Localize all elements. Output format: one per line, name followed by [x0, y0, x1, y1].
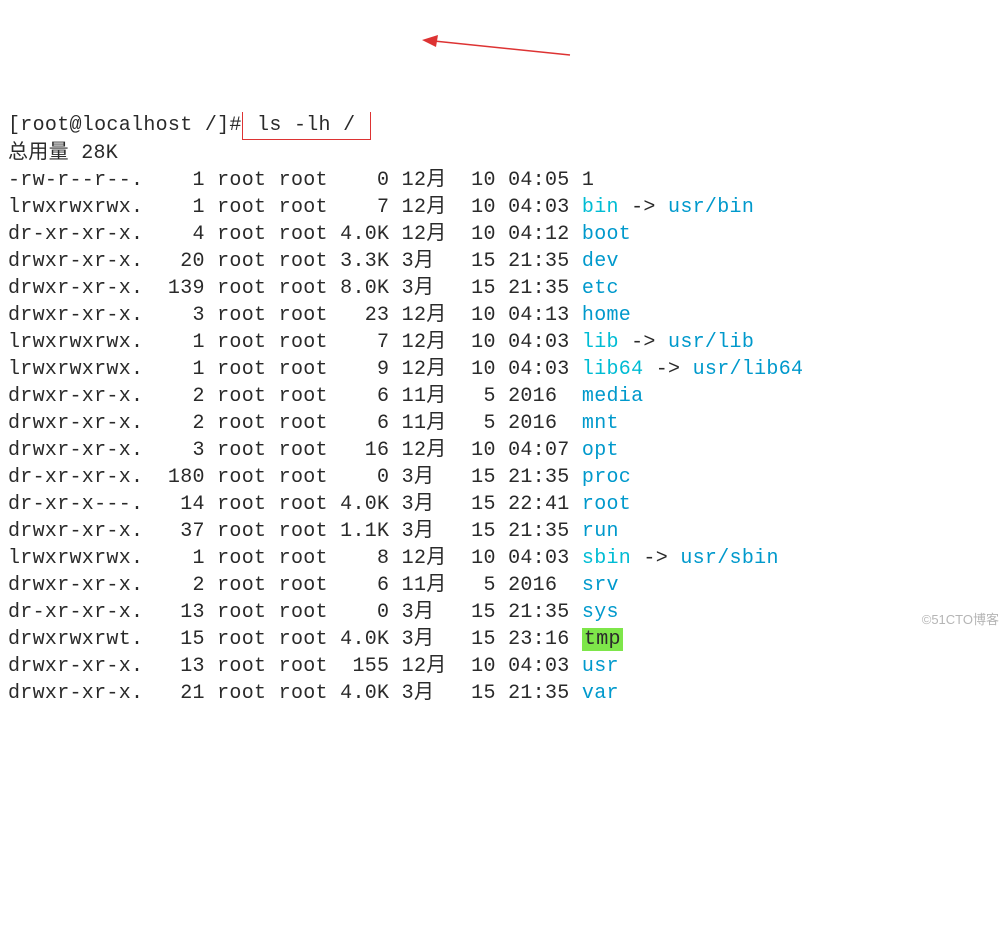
- file-name: srv: [582, 574, 619, 597]
- listing-row: dr-xr-xr-x. 180 root root 0 3月 15 21:35 …: [8, 464, 997, 491]
- listing-row: drwxr-xr-x. 139 root root 8.0K 3月 15 21:…: [8, 275, 997, 302]
- file-name: home: [582, 304, 631, 327]
- prompt-line: [root@localhost /]# ls -lh /: [8, 112, 997, 140]
- listing-row: lrwxrwxrwx. 1 root root 7 12月 10 04:03 l…: [8, 329, 997, 356]
- file-name: var: [582, 682, 619, 705]
- link-target: usr/sbin: [680, 547, 778, 570]
- file-name: tmp: [582, 628, 623, 651]
- file-name: boot: [582, 223, 631, 246]
- file-name: run: [582, 520, 619, 543]
- file-name: lib: [582, 331, 619, 354]
- listing-row: drwxr-xr-x. 21 root root 4.0K 3月 15 21:3…: [8, 680, 997, 707]
- file-name: 1: [582, 169, 594, 192]
- listing-row: dr-xr-xr-x. 4 root root 4.0K 12月 10 04:1…: [8, 221, 997, 248]
- listing-row: dr-xr-x---. 14 root root 4.0K 3月 15 22:4…: [8, 491, 997, 518]
- file-name: etc: [582, 277, 619, 300]
- listing-row: drwxr-xr-x. 3 root root 23 12月 10 04:13 …: [8, 302, 997, 329]
- listing-row: drwxr-xr-x. 13 root root 155 12月 10 04:0…: [8, 653, 997, 680]
- listing-row: drwxr-xr-x. 2 root root 6 11月 5 2016 srv: [8, 572, 997, 599]
- listing-row: drwxrwxrwt. 15 root root 4.0K 3月 15 23:1…: [8, 626, 997, 653]
- file-name: bin: [582, 196, 619, 219]
- link-target: usr/lib64: [693, 358, 804, 381]
- highlighted-command: ls -lh /: [242, 112, 371, 140]
- link-target: usr/bin: [668, 196, 754, 219]
- listing-row: drwxr-xr-x. 2 root root 6 11月 5 2016 mnt: [8, 410, 997, 437]
- listing-row: drwxr-xr-x. 3 root root 16 12月 10 04:07 …: [8, 437, 997, 464]
- listing-row: drwxr-xr-x. 37 root root 1.1K 3月 15 21:3…: [8, 518, 997, 545]
- listing-row: lrwxrwxrwx. 1 root root 9 12月 10 04:03 l…: [8, 356, 997, 383]
- listing-row: drwxr-xr-x. 2 root root 6 11月 5 2016 med…: [8, 383, 997, 410]
- file-name: sys: [582, 601, 619, 624]
- file-name: opt: [582, 439, 619, 462]
- listing-row: lrwxrwxrwx. 1 root root 7 12月 10 04:03 b…: [8, 194, 997, 221]
- file-name: media: [582, 385, 644, 408]
- listing-row: -rw-r--r--. 1 root root 0 12月 10 04:05 1: [8, 167, 997, 194]
- listing-row: drwxr-xr-x. 20 root root 3.3K 3月 15 21:3…: [8, 248, 997, 275]
- listing-row: dr-xr-xr-x. 13 root root 0 3月 15 21:35 s…: [8, 599, 997, 626]
- terminal-output: [root@localhost /]# ls -lh / 总用量 28K-rw-…: [8, 112, 997, 707]
- file-name: usr: [582, 655, 619, 678]
- total-line: 总用量 28K: [8, 140, 997, 167]
- file-name: lib64: [582, 358, 644, 381]
- file-name: sbin: [582, 547, 631, 570]
- file-name: root: [582, 493, 631, 516]
- annotation-arrow: [395, 4, 580, 68]
- file-name: mnt: [582, 412, 619, 435]
- link-target: usr/lib: [668, 331, 754, 354]
- file-name: proc: [582, 466, 631, 489]
- watermark: ©51CTO博客: [922, 606, 999, 633]
- listing-row: lrwxrwxrwx. 1 root root 8 12月 10 04:03 s…: [8, 545, 997, 572]
- file-name: dev: [582, 250, 619, 273]
